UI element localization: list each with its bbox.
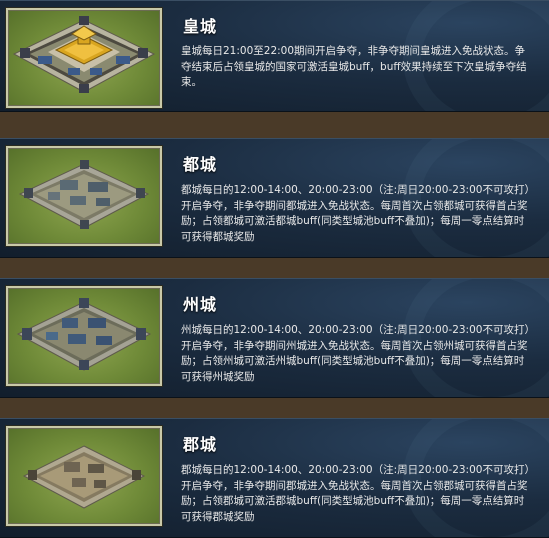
capital-city-image [6, 146, 162, 246]
prefecture-city-image [6, 426, 162, 526]
city-list: 皇城 皇城每日21:00至22:00期间开启争夺，非争夺期间皇城进入免战状态。争… [0, 0, 549, 538]
city-title: 州城 [183, 295, 218, 314]
city-card-prefecture: 郡城 郡城每日的12:00-14:00、20:00-23:00（注:周日20:0… [0, 418, 549, 538]
city-card-province: 州城 州城每日的12:00-14:00、20:00-23:00（注:周日20:0… [0, 278, 549, 398]
city-title: 皇城 [183, 17, 218, 36]
city-description: 皇城每日21:00至22:00期间开启争夺，非争夺期间皇城进入免战状态。争夺结束… [181, 45, 527, 88]
province-city-image [6, 286, 162, 386]
city-description: 州城每日的12:00-14:00、20:00-23:00（注:周日20:00-2… [181, 324, 530, 383]
imperial-city-image [6, 8, 162, 108]
city-card-capital: 都城 都城每日的12:00-14:00、20:00-23:00（注:周日20:0… [0, 138, 549, 258]
city-title: 郡城 [183, 435, 218, 454]
city-card-imperial: 皇城 皇城每日21:00至22:00期间开启争夺，非争夺期间皇城进入免战状态。争… [0, 0, 549, 112]
city-description: 都城每日的12:00-14:00、20:00-23:00（注:周日20:00-2… [181, 184, 530, 243]
city-description: 郡城每日的12:00-14:00、20:00-23:00（注:周日20:00-2… [181, 464, 530, 523]
city-title: 都城 [183, 155, 218, 174]
